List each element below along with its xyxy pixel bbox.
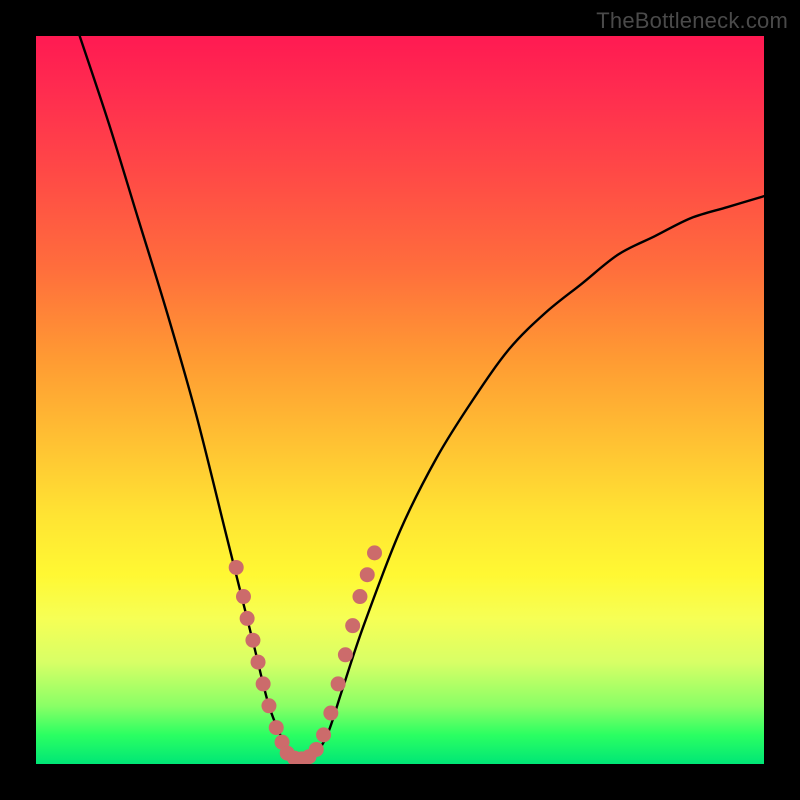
scatter-point: [229, 560, 244, 575]
scatter-point: [309, 742, 324, 757]
scatter-point: [331, 676, 346, 691]
scatter-point: [269, 720, 284, 735]
scatter-point: [345, 618, 360, 633]
bottleneck-curve: [80, 36, 764, 760]
scatter-point: [236, 589, 251, 604]
chart-frame: TheBottleneck.com: [0, 0, 800, 800]
scatter-point: [240, 611, 255, 626]
watermark-text: TheBottleneck.com: [596, 8, 788, 34]
scatter-point: [256, 676, 271, 691]
curve-layer: [36, 36, 764, 764]
plot-area: [36, 36, 764, 764]
scatter-point: [323, 706, 338, 721]
scatter-points: [229, 545, 382, 764]
scatter-point: [352, 589, 367, 604]
scatter-point: [367, 545, 382, 560]
scatter-point: [261, 698, 276, 713]
scatter-point: [251, 655, 266, 670]
scatter-point: [360, 567, 375, 582]
scatter-point: [316, 727, 331, 742]
scatter-point: [338, 647, 353, 662]
scatter-point: [245, 633, 260, 648]
